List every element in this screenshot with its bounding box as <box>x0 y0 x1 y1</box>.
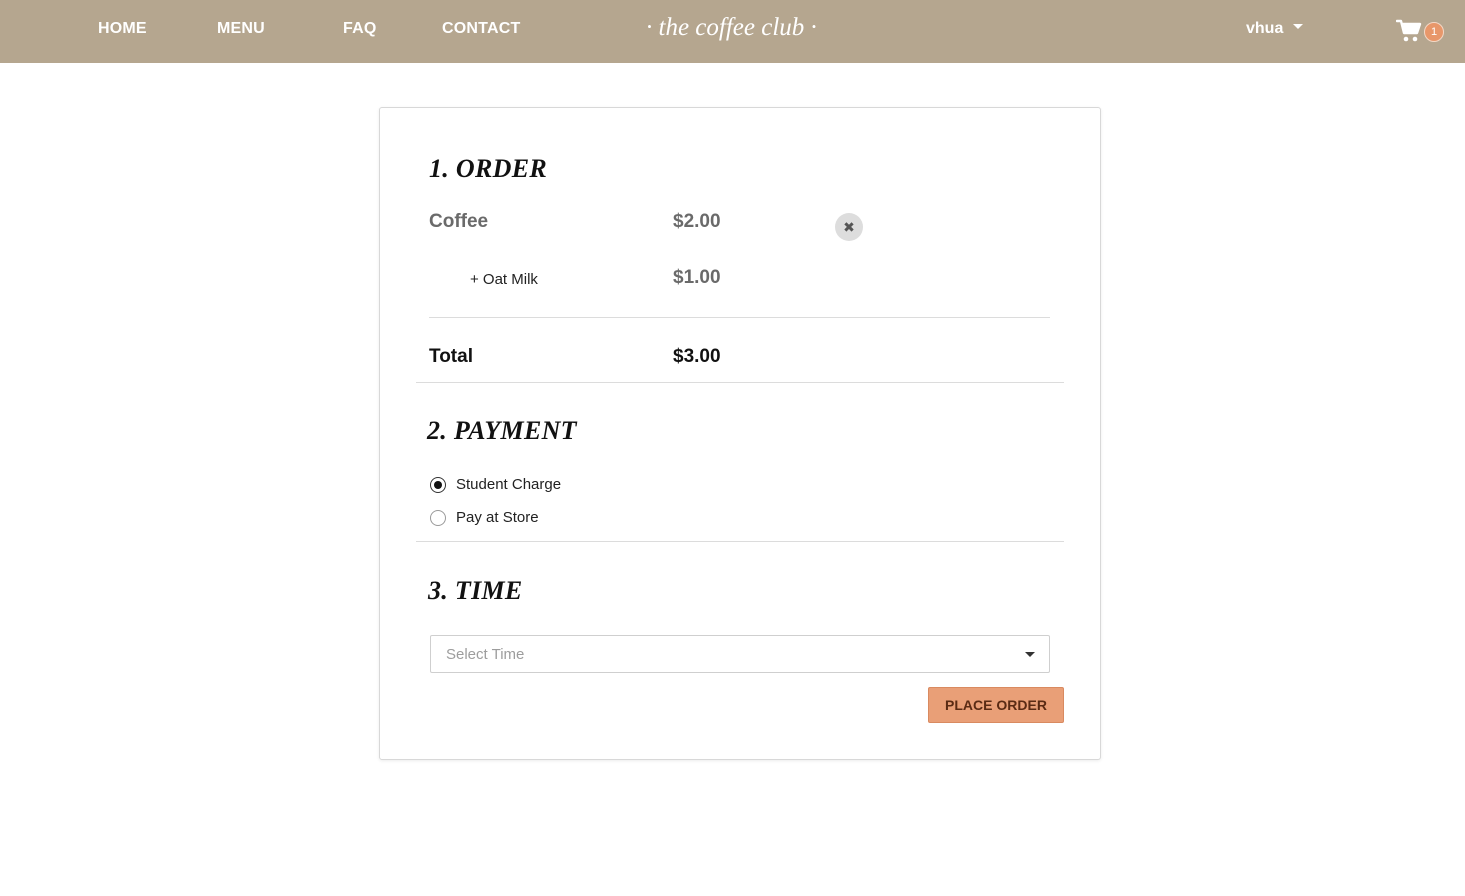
remove-item-button[interactable]: ✖ <box>835 213 863 241</box>
nav-contact-link[interactable]: CONTACT <box>442 20 520 38</box>
checkout-card: 1. ORDER Coffee $2.00 ✖ + Oat Milk $1.00… <box>379 107 1101 760</box>
nav-home-link[interactable]: HOME <box>98 20 147 38</box>
time-section-title: 3. TIME <box>428 576 523 605</box>
order-section-title: 1. ORDER <box>429 154 547 183</box>
payment-option-pay-at-store[interactable]: Pay at Store <box>430 509 539 526</box>
radio-button[interactable] <box>430 509 446 526</box>
order-item-name: Coffee <box>429 211 489 232</box>
payment-option-label: Pay at Store <box>456 509 539 526</box>
shopping-cart-icon <box>1396 19 1422 42</box>
radio-button-checked[interactable] <box>430 476 446 493</box>
order-divider <box>429 317 1050 318</box>
order-modifier-price: $1.00 <box>673 267 721 288</box>
nav-faq-link[interactable]: FAQ <box>343 20 377 38</box>
close-icon: ✖ <box>843 219 855 235</box>
payment-section-title: 2. PAYMENT <box>427 416 577 445</box>
cart-count-badge: 1 <box>1424 22 1444 42</box>
order-item-price: $2.00 <box>673 211 721 232</box>
order-modifier-name: + Oat Milk <box>470 271 538 288</box>
total-value: $3.00 <box>673 346 721 367</box>
chevron-down-icon <box>1025 652 1035 657</box>
time-select-placeholder: Select Time <box>446 646 525 663</box>
username-label: vhua <box>1246 20 1284 37</box>
payment-option-label: Student Charge <box>456 476 562 493</box>
nav-menu-link[interactable]: MENU <box>217 20 265 38</box>
section-divider <box>416 541 1064 542</box>
user-menu-dropdown[interactable]: vhua <box>1246 20 1304 38</box>
total-label: Total <box>429 346 473 367</box>
place-order-button[interactable]: PLACE ORDER <box>928 687 1064 723</box>
top-navigation-bar: HOME MENU FAQ CONTACT · the coffee club … <box>0 0 1465 63</box>
section-divider <box>416 382 1064 383</box>
chevron-down-icon <box>1293 24 1304 30</box>
time-select-dropdown[interactable]: Select Time <box>430 635 1050 673</box>
payment-option-student-charge[interactable]: Student Charge <box>430 476 561 493</box>
brand-logo[interactable]: · the coffee club · <box>646 14 817 42</box>
cart-button[interactable]: 1 <box>1396 18 1446 46</box>
